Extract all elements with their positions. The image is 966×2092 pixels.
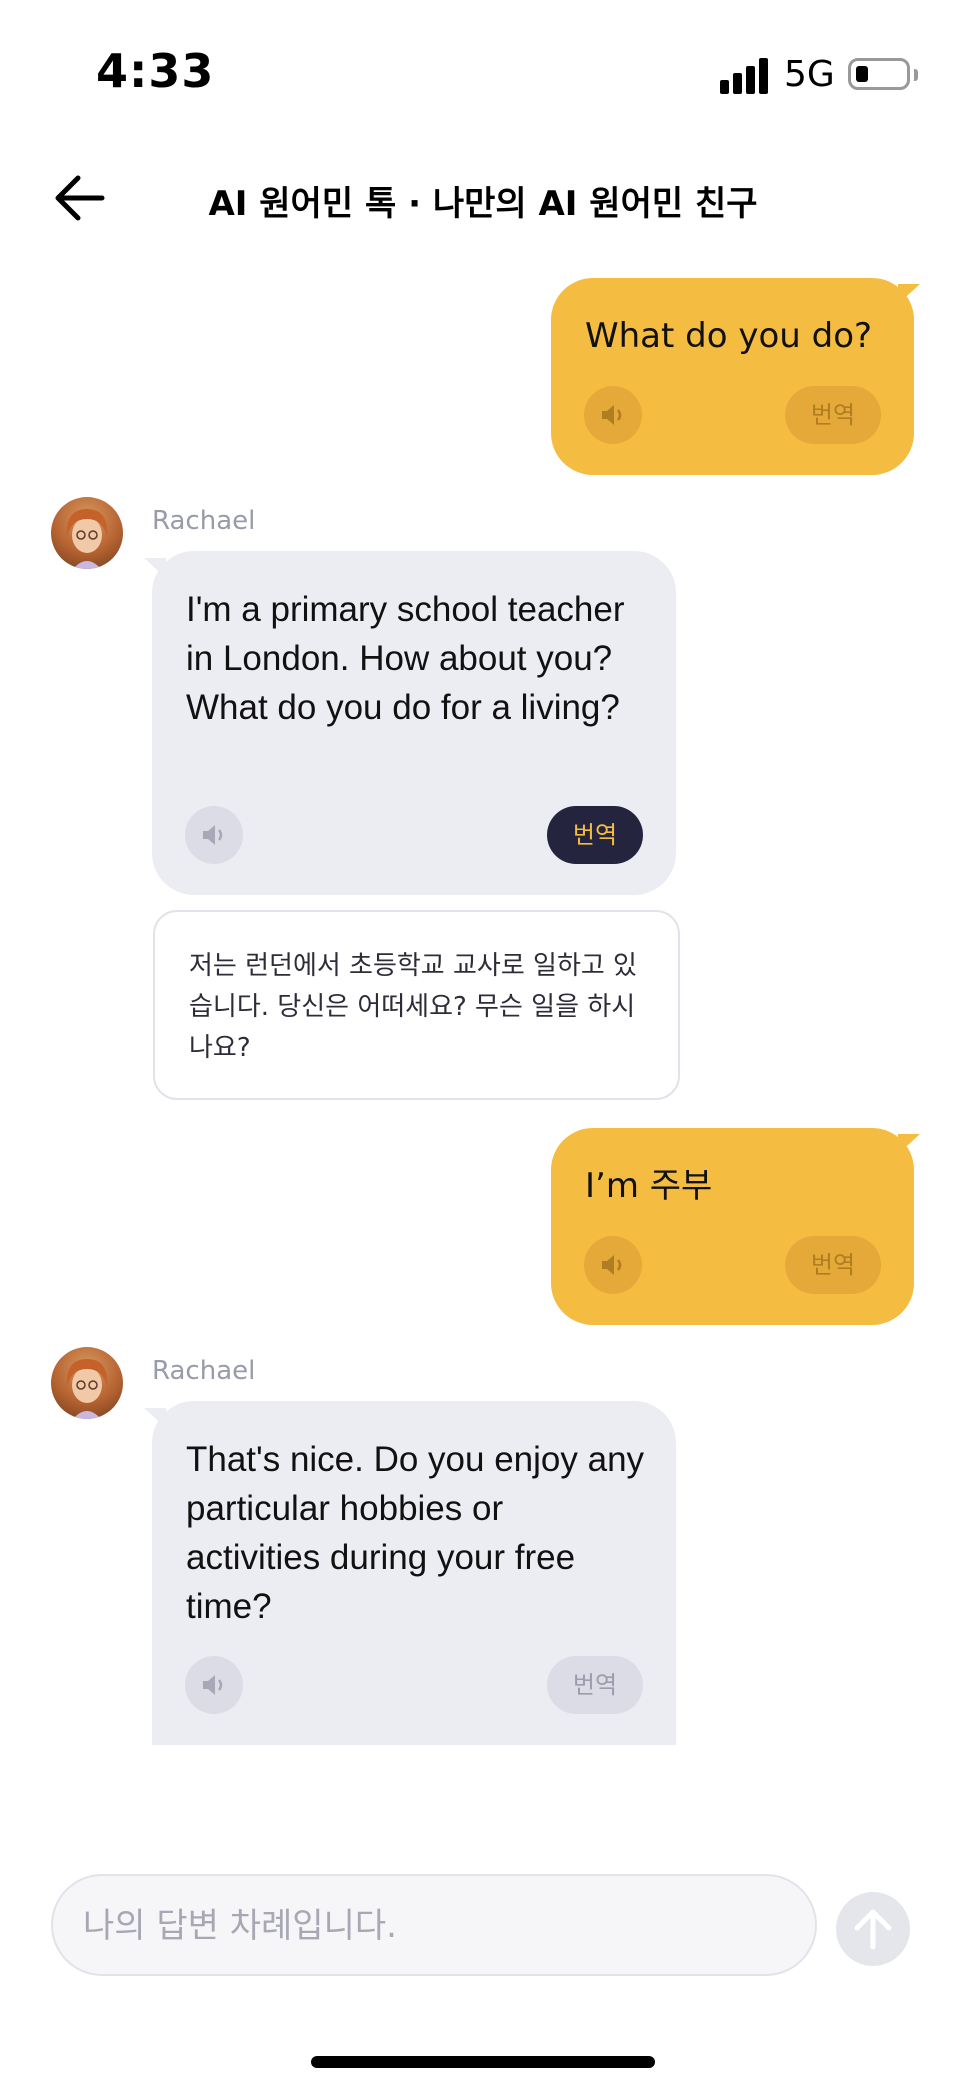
message-text: I’m 주부 bbox=[585, 1166, 713, 1206]
battery-icon bbox=[848, 58, 910, 90]
speaker-icon bbox=[203, 1675, 223, 1695]
reply-input[interactable] bbox=[81, 1876, 785, 1976]
back-button[interactable] bbox=[50, 168, 114, 228]
status-time: 4:33 bbox=[96, 44, 215, 98]
reply-input-container bbox=[51, 1874, 817, 1976]
network-type: 5G bbox=[784, 54, 835, 95]
play-audio-button[interactable] bbox=[185, 806, 243, 864]
translation-text: 저는 런던에서 초등학교 교사로 일하고 있습니다. 당신은 어떠세요? 무슨 … bbox=[189, 951, 637, 1063]
send-button[interactable] bbox=[836, 1892, 910, 1966]
user-message-bubble: What do you do? 번역 bbox=[551, 278, 914, 475]
ai-message-bubble: That's nice. Do you enjoy any particular… bbox=[152, 1401, 676, 1745]
avatar-image bbox=[66, 1359, 108, 1419]
message-text: What do you do? bbox=[585, 316, 873, 356]
avatar-image bbox=[66, 509, 108, 569]
translate-button[interactable]: 번역 bbox=[785, 386, 881, 444]
avatar bbox=[51, 497, 123, 569]
sender-name: Rachael bbox=[152, 1356, 256, 1386]
translate-button[interactable]: 번역 bbox=[785, 1236, 881, 1294]
speaker-icon bbox=[602, 1255, 622, 1275]
page-title: AI 원어민 톡 · 나만의 AI 원어민 친구 bbox=[208, 184, 758, 224]
battery-cap bbox=[914, 69, 918, 81]
home-indicator bbox=[311, 2056, 655, 2068]
speaker-icon bbox=[203, 825, 223, 845]
play-audio-button[interactable] bbox=[185, 1656, 243, 1714]
ai-message-bubble: I'm a primary school teacher in London. … bbox=[152, 551, 676, 895]
avatar bbox=[51, 1347, 123, 1419]
signal-bars-icon bbox=[720, 58, 772, 94]
speaker-icon bbox=[602, 405, 622, 425]
user-message-bubble: I’m 주부 번역 bbox=[551, 1128, 914, 1325]
play-audio-button[interactable] bbox=[584, 386, 642, 444]
arrow-left-icon bbox=[55, 175, 105, 221]
message-text: That's nice. Do you enjoy any particular… bbox=[186, 1440, 645, 1626]
translate-button[interactable]: 번역 bbox=[547, 1656, 643, 1714]
play-audio-button[interactable] bbox=[584, 1236, 642, 1294]
sender-name: Rachael bbox=[152, 506, 256, 536]
translation-card: 저는 런던에서 초등학교 교사로 일하고 있습니다. 당신은 어떠세요? 무슨 … bbox=[153, 910, 680, 1100]
translate-button[interactable]: 번역 bbox=[547, 806, 643, 864]
message-text: I'm a primary school teacher in London. … bbox=[186, 590, 625, 727]
arrow-up-icon bbox=[854, 1909, 892, 1950]
